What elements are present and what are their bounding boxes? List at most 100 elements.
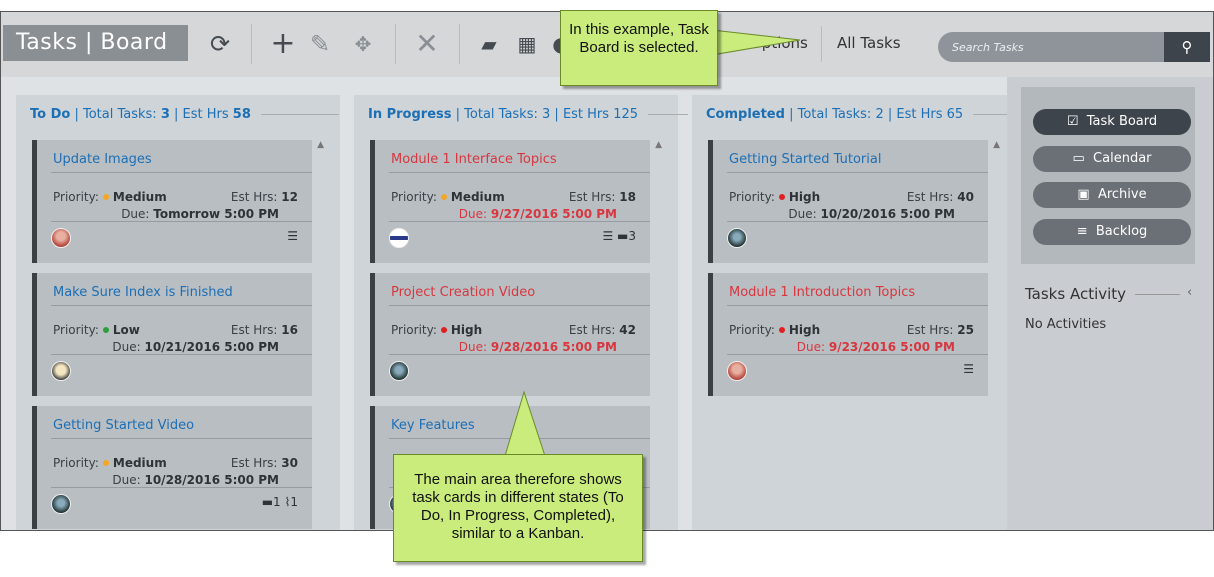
activity-empty: No Activities: [1025, 317, 1107, 332]
card-title[interactable]: Getting Started Video: [53, 418, 194, 433]
backlog-icon: ≡: [1076, 224, 1088, 239]
calendar-icon: ▭: [1072, 151, 1085, 166]
avatar: [51, 228, 71, 248]
header-line: [260, 114, 339, 115]
scroll-up-icon[interactable]: ▲: [993, 140, 1000, 150]
card-title[interactable]: Make Sure Index is Finished: [53, 285, 233, 300]
title-board: Board: [100, 30, 168, 55]
scroll-up-icon[interactable]: ▲: [317, 140, 324, 150]
card-title[interactable]: Getting Started Tutorial: [729, 152, 881, 167]
task-card[interactable]: Project Creation Video Priority: High Est…: [370, 273, 650, 396]
divider: [51, 354, 312, 355]
button-label: Archive: [1097, 187, 1147, 202]
hrs-count: 58: [232, 107, 251, 122]
app-window: Tasks | Board ⟳ + ✎ ✥ ✕ ▰ ▦ ● Options Al…: [0, 11, 1214, 531]
divider: [51, 305, 312, 306]
task-board-button[interactable]: ☑ Task Board: [1033, 109, 1191, 135]
due-date: Due: 9/28/2016 5:00 PM: [459, 340, 617, 354]
total-count: 2: [875, 107, 884, 122]
options-menu[interactable]: Options: [750, 34, 808, 52]
search-button[interactable]: ⚲: [1164, 32, 1210, 62]
due-value: 9/27/2016 5:00 PM: [490, 207, 617, 221]
divider: [389, 305, 650, 306]
task-card[interactable]: Module 1 Interface Topics Priority: Mediu…: [370, 140, 650, 263]
divider: [51, 438, 312, 439]
divider: [389, 221, 650, 222]
due-label: Due:: [112, 340, 141, 354]
divider: [727, 305, 988, 306]
title-tasks: Tasks: [16, 30, 78, 55]
search-input[interactable]: [938, 32, 1164, 62]
right-sidebar: ☑ Task Board ▭ Calendar ▣ Archive ≡ Back…: [1007, 77, 1213, 530]
hrs-count: 125: [613, 107, 639, 122]
divider: [727, 221, 988, 222]
add-icon[interactable]: +: [269, 29, 297, 59]
edit-icon[interactable]: ✎: [306, 30, 334, 58]
avatar: [51, 361, 71, 381]
column-title: To Do: [30, 107, 71, 122]
due-value: 10/28/2016 5:00 PM: [144, 473, 279, 487]
top-callout: In this example, Task Board is selected.: [560, 10, 718, 86]
collapse-chevron-icon[interactable]: ‹: [1187, 285, 1192, 300]
card-title[interactable]: Module 1 Introduction Topics: [729, 285, 915, 300]
avatar: [727, 361, 747, 381]
card-title[interactable]: Module 1 Interface Topics: [391, 152, 557, 167]
task-card[interactable]: Update Images Priority: Medium Est Hrs: 1…: [32, 140, 312, 263]
card-title[interactable]: Key Features: [391, 418, 475, 433]
divider: [389, 438, 650, 439]
activity-title: Tasks Activity: [1025, 285, 1127, 303]
due-value: 9/23/2016 5:00 PM: [828, 340, 955, 354]
calendar-check-icon[interactable]: ▦: [513, 30, 541, 58]
backlog-button[interactable]: ≡ Backlog: [1033, 219, 1191, 245]
refresh-icon[interactable]: ⟳: [206, 30, 234, 58]
due-date: Due: 10/21/2016 5:00 PM: [112, 340, 279, 354]
hrs-label: Est Hrs: [896, 107, 943, 122]
due-value: 10/21/2016 5:00 PM: [144, 340, 279, 354]
list-comment-icons: ☰ ▬3: [602, 229, 636, 243]
est-label: Est Hrs:: [230, 190, 278, 204]
task-card[interactable]: Getting Started Tutorial Priority: High E…: [708, 140, 988, 263]
task-card[interactable]: Getting Started Video Priority: Medium Es…: [32, 406, 312, 529]
total-label: Total Tasks:: [464, 107, 538, 122]
toolbar-divider: [821, 26, 822, 62]
divider: [389, 172, 650, 173]
priority: Priority: Low: [53, 323, 140, 337]
divider: [51, 487, 312, 488]
priority: Priority: Medium: [53, 456, 167, 470]
list-icon: ☰: [287, 229, 298, 243]
scroll-up-icon[interactable]: ▲: [655, 140, 662, 150]
priority-dot: [440, 194, 447, 200]
task-card[interactable]: Make Sure Index is Finished Priority: Low…: [32, 273, 312, 396]
button-label: Backlog: [1095, 224, 1148, 239]
column-title: Completed: [706, 107, 785, 122]
toolbar-divider: [251, 24, 252, 64]
priority-label: Priority:: [391, 323, 437, 337]
folder-icon[interactable]: ▰: [475, 30, 503, 58]
delete-icon[interactable]: ✕: [413, 30, 441, 58]
priority: Priority: Medium: [391, 190, 505, 204]
hrs-label: Est Hrs: [562, 107, 610, 122]
checkbox-icon: ☑: [1066, 114, 1079, 129]
divider: [727, 172, 988, 173]
archive-button[interactable]: ▣ Archive: [1033, 182, 1191, 208]
all-tasks-menu[interactable]: All Tasks: [837, 34, 901, 52]
priority-dot: [778, 327, 785, 333]
task-card[interactable]: Module 1 Introduction Topics Priority: Hi…: [708, 273, 988, 396]
due-label: Due:: [121, 207, 150, 221]
card-title[interactable]: Project Creation Video: [391, 285, 535, 300]
toolbar-divider: [459, 24, 460, 64]
est-value: 30: [281, 456, 298, 470]
move-icon[interactable]: ✥: [349, 30, 377, 58]
avatar: [51, 494, 71, 514]
due-label: Due:: [796, 340, 826, 354]
column-todo: To Do | Total Tasks: 3 | Est Hrs 58 Upda…: [16, 95, 340, 530]
divider: [389, 354, 650, 355]
hrs-count: 65: [946, 107, 964, 122]
priority-label: Priority:: [53, 190, 99, 204]
search-box: ⚲: [938, 32, 1210, 62]
est-hrs: Est Hrs: 18: [569, 190, 636, 204]
list-icon: ☰: [963, 362, 974, 376]
calendar-button[interactable]: ▭ Calendar: [1033, 146, 1191, 172]
avatar: [389, 228, 409, 248]
card-title[interactable]: Update Images: [53, 152, 152, 167]
